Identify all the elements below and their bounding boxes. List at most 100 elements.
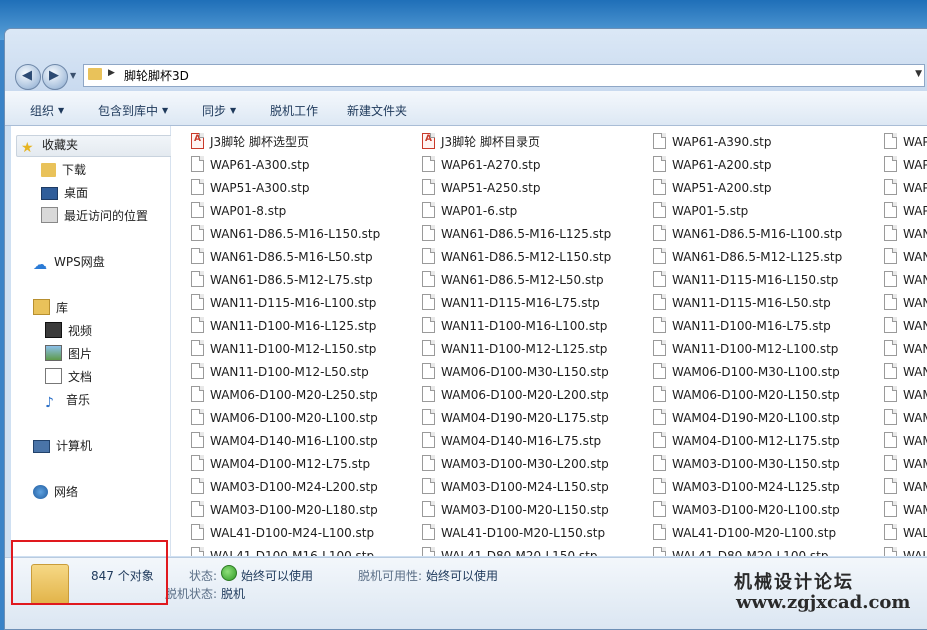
forward-button[interactable]: ▶ xyxy=(42,64,68,90)
file-item[interactable]: WAM03-D100-M20-L180.stp xyxy=(191,501,378,521)
file-item[interactable]: WAM03-D100-M24-L200.stp xyxy=(191,478,378,498)
file-item[interactable]: WAP01-8.stp xyxy=(191,202,286,222)
file-item[interactable]: WAN11-D100-M16-L100.stp xyxy=(422,317,607,337)
nav-libraries[interactable]: 库 xyxy=(33,299,68,319)
file-item[interactable]: J3脚轮 脚杯目录页 xyxy=(422,133,540,153)
file-item[interactable]: WAM03-D100-M30-L200.stp xyxy=(422,455,609,475)
file-item[interactable]: WAN xyxy=(884,363,927,383)
sync-button[interactable]: 同步 ▼ xyxy=(202,102,236,119)
file-item[interactable]: WAN xyxy=(884,225,927,245)
file-item[interactable]: WAM06-D100-M20-L200.stp xyxy=(422,386,609,406)
file-item[interactable]: WAN11-D115-M16-L100.stp xyxy=(191,294,376,314)
nav-wps-drive[interactable]: ☁ WPS网盘 xyxy=(33,253,105,273)
file-item[interactable]: WAP51-A300.stp xyxy=(191,179,310,199)
file-item[interactable]: WAL41-D100-M20-L100.stp xyxy=(653,524,836,544)
file-item[interactable]: WAM xyxy=(884,409,927,429)
file-item[interactable]: WAM03-D100-M24-L150.stp xyxy=(422,478,609,498)
nav-desktop[interactable]: 桌面 xyxy=(41,184,88,204)
file-item[interactable]: WAM04-D140-M16-L75.stp xyxy=(422,432,601,452)
file-item[interactable]: J3脚轮 脚杯选型页 xyxy=(191,133,309,153)
file-item[interactable]: WAM xyxy=(884,455,927,475)
file-item[interactable]: WAM06-D100-M30-L150.stp xyxy=(422,363,609,383)
file-item[interactable]: WAM04-D140-M16-L100.stp xyxy=(191,432,378,452)
address-dropdown-icon[interactable]: ▼ xyxy=(915,69,922,79)
file-item[interactable]: WAN xyxy=(884,340,927,360)
file-item[interactable]: WAN61-D86.5-M16-L150.stp xyxy=(191,225,380,245)
file-item[interactable]: WAP61-A390.stp xyxy=(653,133,772,153)
file-item[interactable]: WAL xyxy=(884,524,927,544)
file-item[interactable]: WAN11-D100-M12-L100.stp xyxy=(653,340,838,360)
file-item[interactable]: WAL41-D100-M24-L100.stp xyxy=(191,524,374,544)
breadcrumb-current[interactable]: 脚轮脚杯3D xyxy=(124,67,189,84)
file-item[interactable]: WAN xyxy=(884,248,927,268)
file-item[interactable]: WAN11-D115-M16-L50.stp xyxy=(653,294,831,314)
file-item[interactable]: WAL41-D100-M16-L100.stp xyxy=(191,547,374,556)
file-item[interactable]: WAN61-D86.5-M12-L75.stp xyxy=(191,271,373,291)
nav-documents[interactable]: 文档 xyxy=(45,368,92,388)
new-folder-button[interactable]: 新建文件夹 xyxy=(347,102,407,119)
file-item[interactable]: WAN11-D100-M12-L125.stp xyxy=(422,340,607,360)
file-item[interactable]: WAM xyxy=(884,386,927,406)
file-item[interactable]: WAM04-D100-M12-L75.stp xyxy=(191,455,370,475)
file-item[interactable]: WAN xyxy=(884,271,927,291)
address-bar[interactable]: ▶ 脚轮脚杯3D ▼ xyxy=(83,64,925,87)
file-item[interactable]: WAP xyxy=(884,156,927,176)
file-item[interactable]: WAM06-D100-M30-L100.stp xyxy=(653,363,840,383)
file-item[interactable]: WAM xyxy=(884,501,927,521)
nav-network[interactable]: 网络 xyxy=(33,483,78,503)
file-item[interactable]: WAP xyxy=(884,133,927,153)
file-item[interactable]: WAM xyxy=(884,432,927,452)
file-item[interactable]: WAN61-D86.5-M12-L150.stp xyxy=(422,248,611,268)
file-item[interactable]: WAM06-D100-M20-L250.stp xyxy=(191,386,378,406)
file-item[interactable]: WAM04-D190-M20-L100.stp xyxy=(653,409,840,429)
file-item[interactable]: WAL41-D100-M20-L150.stp xyxy=(422,524,605,544)
nav-downloads[interactable]: 下载 xyxy=(41,161,86,181)
work-offline-button[interactable]: 脱机工作 xyxy=(270,102,318,119)
file-item[interactable]: WAM04-D190-M20-L175.stp xyxy=(422,409,609,429)
file-item[interactable]: WAM03-D100-M24-L125.stp xyxy=(653,478,840,498)
file-item[interactable]: WAL41-D80-M20-L150.stp xyxy=(422,547,597,556)
nav-computer[interactable]: 计算机 xyxy=(33,437,92,457)
file-item[interactable]: WAM04-D100-M12-L175.stp xyxy=(653,432,840,452)
file-item[interactable]: WAN xyxy=(884,294,927,314)
file-item[interactable]: WAN61-D86.5-M16-L50.stp xyxy=(191,248,373,268)
breadcrumb-chevron-icon[interactable]: ▶ xyxy=(108,68,115,78)
file-item[interactable]: WAN xyxy=(884,317,927,337)
file-item[interactable]: WAP51-A250.stp xyxy=(422,179,541,199)
file-item[interactable]: WAN61-D86.5-M16-L100.stp xyxy=(653,225,842,245)
file-item[interactable]: WAP xyxy=(884,202,927,222)
nav-music[interactable]: ♪ 音乐 xyxy=(45,391,90,411)
file-item[interactable]: WAP61-A270.stp xyxy=(422,156,541,176)
file-item[interactable]: WAM06-D100-M20-L100.stp xyxy=(191,409,378,429)
file-item[interactable]: WAN11-D115-M16-L150.stp xyxy=(653,271,838,291)
recent-pages-dropdown[interactable]: ▼ xyxy=(70,71,76,80)
nav-recent-places[interactable]: 最近访问的位置 xyxy=(41,207,148,227)
file-item[interactable]: WAN11-D115-M16-L75.stp xyxy=(422,294,600,314)
file-item[interactable]: WAN11-D100-M12-L150.stp xyxy=(191,340,376,360)
nav-pictures[interactable]: 图片 xyxy=(45,345,92,365)
nav-videos[interactable]: 视频 xyxy=(45,322,92,342)
file-item[interactable]: WAM xyxy=(884,478,927,498)
file-item[interactable]: WAM06-D100-M20-L150.stp xyxy=(653,386,840,406)
file-item[interactable]: WAP01-6.stp xyxy=(422,202,517,222)
file-item[interactable]: WAP61-A200.stp xyxy=(653,156,772,176)
file-item[interactable]: WAP xyxy=(884,179,927,199)
file-item[interactable]: WAL xyxy=(884,547,927,556)
file-item[interactable]: WAN11-D100-M16-L75.stp xyxy=(653,317,831,337)
file-item[interactable]: WAM03-D100-M30-L150.stp xyxy=(653,455,840,475)
file-item[interactable]: WAN61-D86.5-M12-L50.stp xyxy=(422,271,604,291)
file-item[interactable]: WAN11-D100-M12-L50.stp xyxy=(191,363,369,383)
include-in-library-button[interactable]: 包含到库中 ▼ xyxy=(98,102,168,119)
file-item[interactable]: WAM03-D100-M20-L150.stp xyxy=(422,501,609,521)
file-item[interactable]: WAN61-D86.5-M16-L125.stp xyxy=(422,225,611,245)
file-item[interactable]: WAP61-A300.stp xyxy=(191,156,310,176)
file-item[interactable]: WAP51-A200.stp xyxy=(653,179,772,199)
file-item[interactable]: WAP01-5.stp xyxy=(653,202,748,222)
back-button[interactable]: ◀ xyxy=(15,64,41,90)
file-item[interactable]: WAN11-D100-M16-L125.stp xyxy=(191,317,376,337)
file-item[interactable]: WAN61-D86.5-M12-L125.stp xyxy=(653,248,842,268)
file-item[interactable]: WAL41-D80-M20-L100.stp xyxy=(653,547,828,556)
nav-favorites[interactable]: ★ 收藏夹 xyxy=(16,135,174,157)
file-item[interactable]: WAM03-D100-M20-L100.stp xyxy=(653,501,840,521)
organize-button[interactable]: 组织 ▼ xyxy=(30,102,64,119)
